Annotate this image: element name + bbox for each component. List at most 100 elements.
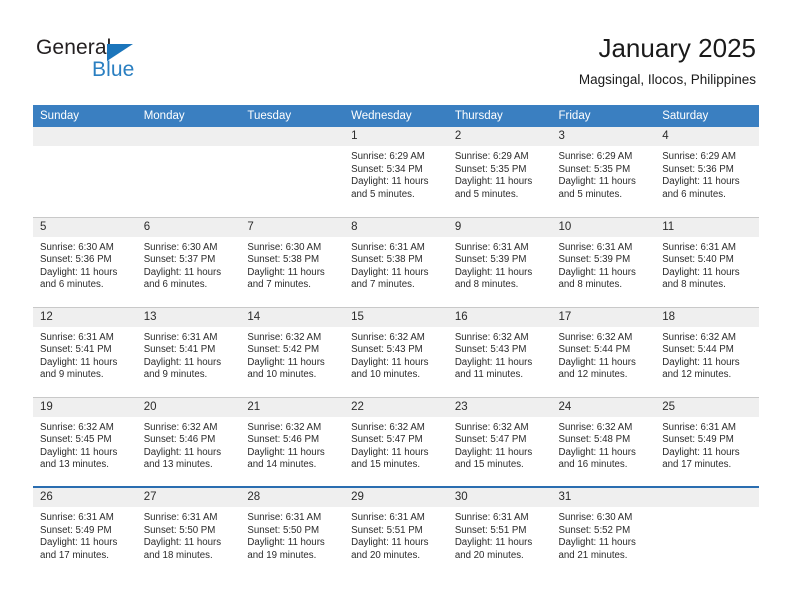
day-sunset-text: Sunset: 5:40 PM: [662, 254, 734, 266]
calendar-day-cell[interactable]: 30 Sunrise: 6:31 AM Sunset: 5:51 PM Dayligh…: [447, 486, 552, 577]
day-details: Sunrise: 6:31 AM Sunset: 5:38 PM Daylight:…: [344, 237, 448, 292]
day-details: Sunrise: 6:31 AM Sunset: 5:41 PM Daylight:…: [33, 327, 137, 382]
calendar-day-cell[interactable]: 19 Sunrise: 6:32 AM Sunset: 5:45 PM Dayligh…: [33, 396, 137, 487]
day-cell-inner: 11 Sunrise: 6:31 AM Sunset: 5:40 PM Dayligh…: [655, 217, 759, 307]
day-details: Sunrise: 6:31 AM Sunset: 5:39 PM Daylight:…: [448, 237, 552, 292]
day-daylight-line1-text: Daylight: 11 hours: [143, 356, 222, 368]
calendar-day-cell[interactable]: 18 Sunrise: 6:32 AM Sunset: 5:44 PM Dayligh…: [655, 306, 759, 397]
day-sunset-text: Sunset: 5:36 PM: [40, 254, 112, 266]
calendar-day-cell[interactable]: 26 Sunrise: 6:31 AM Sunset: 5:49 PM Dayligh…: [33, 486, 137, 577]
day-number: [655, 488, 759, 507]
calendar-grid: Sunday Monday Tuesday Wednesday Thursday…: [33, 105, 759, 577]
day-sunset-text: Sunset: 5:49 PM: [40, 524, 112, 536]
day-details: Sunrise: 6:31 AM Sunset: 5:50 PM Daylight:…: [137, 507, 241, 562]
day-sunrise-text: Sunrise: 6:29 AM: [454, 151, 529, 162]
day-details: Sunrise: 6:32 AM Sunset: 5:48 PM Daylight:…: [552, 417, 656, 472]
day-details: Sunrise: 6:32 AM Sunset: 5:43 PM Daylight:…: [448, 327, 552, 382]
weekday-header-monday: Monday: [136, 105, 241, 127]
calendar-day-cell[interactable]: 27 Sunrise: 6:31 AM Sunset: 5:50 PM Dayligh…: [136, 486, 241, 577]
day-sunrise-text: Sunrise: 6:31 AM: [558, 241, 633, 253]
day-sunset-text: Sunset: 5:48 PM: [558, 434, 631, 446]
day-sunset-text: Sunset: 5:44 PM: [662, 344, 734, 356]
day-daylight-line2-text: and 17 minutes.: [40, 549, 109, 561]
day-daylight-line1-text: Daylight: 11 hours: [662, 176, 740, 188]
calendar-day-cell[interactable]: 20 Sunrise: 6:32 AM Sunset: 5:46 PM Dayligh…: [136, 396, 241, 487]
day-daylight-line1-text: Daylight: 11 hours: [247, 537, 325, 549]
day-daylight-line2-text: and 7 minutes.: [351, 279, 415, 291]
day-daylight-line2-text: and 21 minutes.: [558, 549, 628, 561]
calendar-day-cell[interactable]: 21 Sunrise: 6:32 AM Sunset: 5:46 PM Dayligh…: [240, 396, 345, 487]
calendar-day-cell[interactable]: 22 Sunrise: 6:32 AM Sunset: 5:47 PM Dayligh…: [344, 396, 448, 487]
day-sunset-text: Sunset: 5:35 PM: [454, 163, 527, 175]
calendar-day-cell[interactable]: 28 Sunrise: 6:31 AM Sunset: 5:50 PM Dayligh…: [240, 486, 345, 577]
calendar-day-cell[interactable]: 29 Sunrise: 6:31 AM Sunset: 5:51 PM Dayligh…: [344, 486, 448, 577]
calendar-day-cell[interactable]: 14 Sunrise: 6:32 AM Sunset: 5:42 PM Dayligh…: [240, 306, 345, 397]
day-number: 15: [344, 307, 448, 327]
calendar-day-cell[interactable]: 9 Sunrise: 6:31 AM Sunset: 5:39 PM Daylight…: [447, 216, 552, 307]
day-daylight-line1-text: Daylight: 11 hours: [558, 537, 636, 549]
day-cell-inner: 23 Sunrise: 6:32 AM Sunset: 5:47 PM Dayligh…: [447, 397, 552, 487]
day-sunrise-text: Sunrise: 6:31 AM: [351, 241, 425, 253]
calendar-day-cell[interactable]: 7 Sunrise: 6:30 AM Sunset: 5:38 PM Daylight…: [240, 216, 345, 307]
day-number: 23: [447, 397, 552, 417]
calendar-day-cell[interactable]: 11 Sunrise: 6:31 AM Sunset: 5:40 PM Dayligh…: [655, 216, 759, 307]
day-number: 2: [447, 127, 552, 146]
day-sunset-text: Sunset: 5:43 PM: [454, 344, 527, 356]
calendar-week-row: 12 Sunrise: 6:31 AM Sunset: 5:41 PM Dayligh…: [33, 306, 759, 397]
day-daylight-line2-text: and 5 minutes.: [558, 188, 623, 200]
day-cell-inner: 12 Sunrise: 6:31 AM Sunset: 5:41 PM Dayligh…: [33, 307, 137, 397]
day-sunset-text: Sunset: 5:42 PM: [247, 344, 320, 356]
page-subtitle: Magsingal, Ilocos, Philippines: [578, 72, 756, 87]
calendar-day-cell[interactable]: 15 Sunrise: 6:32 AM Sunset: 5:43 PM Dayligh…: [344, 306, 448, 397]
calendar-day-cell[interactable]: 17 Sunrise: 6:32 AM Sunset: 5:44 PM Dayligh…: [551, 306, 656, 397]
calendar-day-cell[interactable]: 4 Sunrise: 6:29 AM Sunset: 5:36 PM Daylight…: [655, 127, 759, 217]
day-cell-inner: 21 Sunrise: 6:32 AM Sunset: 5:46 PM Dayligh…: [240, 397, 345, 487]
day-daylight-line1-text: Daylight: 11 hours: [662, 266, 740, 278]
day-sunrise-text: Sunrise: 6:30 AM: [558, 512, 633, 523]
day-number: 10: [551, 217, 656, 237]
calendar-day-cell[interactable]: 25 Sunrise: 6:31 AM Sunset: 5:49 PM Dayligh…: [655, 396, 759, 487]
day-daylight-line2-text: and 16 minutes.: [558, 459, 628, 471]
calendar-day-cell[interactable]: 2 Sunrise: 6:29 AM Sunset: 5:35 PM Daylight…: [447, 127, 552, 217]
day-daylight-line1-text: Daylight: 11 hours: [351, 356, 429, 368]
calendar-day-cell[interactable]: 24 Sunrise: 6:32 AM Sunset: 5:48 PM Dayligh…: [551, 396, 656, 487]
day-details: Sunrise: 6:32 AM Sunset: 5:46 PM Daylight:…: [240, 417, 344, 472]
day-cell-inner: [655, 488, 759, 577]
calendar-day-cell[interactable]: 10 Sunrise: 6:31 AM Sunset: 5:39 PM Dayligh…: [551, 216, 656, 307]
calendar-day-cell[interactable]: 12 Sunrise: 6:31 AM Sunset: 5:41 PM Dayligh…: [33, 306, 137, 397]
calendar-day-cell[interactable]: 16 Sunrise: 6:32 AM Sunset: 5:43 PM Dayligh…: [447, 306, 552, 397]
calendar-day-cell[interactable]: 8 Sunrise: 6:31 AM Sunset: 5:38 PM Daylight…: [344, 216, 448, 307]
day-daylight-line2-text: and 14 minutes.: [247, 459, 317, 471]
calendar-day-cell[interactable]: 31 Sunrise: 6:30 AM Sunset: 5:52 PM Dayligh…: [551, 486, 656, 577]
day-sunset-text: Sunset: 5:39 PM: [454, 254, 527, 266]
day-daylight-line2-text: and 6 minutes.: [40, 279, 104, 291]
day-number: 18: [655, 307, 759, 327]
calendar-day-cell[interactable]: 13 Sunrise: 6:31 AM Sunset: 5:41 PM Dayligh…: [136, 306, 241, 397]
day-details: Sunrise: 6:30 AM Sunset: 5:37 PM Daylight:…: [137, 237, 241, 292]
day-sunrise-text: Sunrise: 6:31 AM: [454, 512, 529, 523]
day-cell-inner: [136, 127, 241, 217]
day-sunrise-text: Sunrise: 6:31 AM: [40, 512, 114, 523]
generalblue-logo[interactable]: General Blue: [36, 36, 226, 88]
day-cell-inner: 29 Sunrise: 6:31 AM Sunset: 5:51 PM Dayligh…: [344, 488, 448, 577]
day-sunrise-text: Sunrise: 6:31 AM: [454, 241, 529, 253]
calendar-body: 1 Sunrise: 6:29 AM Sunset: 5:34 PM Daylight…: [33, 127, 759, 577]
calendar-day-cell[interactable]: 6 Sunrise: 6:30 AM Sunset: 5:37 PM Daylight…: [136, 216, 241, 307]
day-daylight-line1-text: Daylight: 11 hours: [247, 356, 325, 368]
weekday-header-friday: Friday: [551, 105, 656, 127]
day-cell-inner: 10 Sunrise: 6:31 AM Sunset: 5:39 PM Dayligh…: [551, 217, 656, 307]
calendar-day-cell[interactable]: 5 Sunrise: 6:30 AM Sunset: 5:36 PM Daylight…: [33, 216, 137, 307]
calendar-day-cell[interactable]: 3 Sunrise: 6:29 AM Sunset: 5:35 PM Daylight…: [551, 127, 656, 217]
day-number: 27: [136, 488, 241, 507]
day-cell-inner: 26 Sunrise: 6:31 AM Sunset: 5:49 PM Dayligh…: [33, 488, 137, 577]
calendar-week-row: 19 Sunrise: 6:32 AM Sunset: 5:45 PM Dayligh…: [33, 396, 759, 487]
logo-text-general: General: [36, 36, 112, 59]
day-daylight-line1-text: Daylight: 11 hours: [454, 266, 533, 278]
day-daylight-line2-text: and 20 minutes.: [351, 549, 421, 561]
calendar-day-cell[interactable]: 23 Sunrise: 6:32 AM Sunset: 5:47 PM Dayligh…: [447, 396, 552, 487]
day-daylight-line2-text: and 18 minutes.: [143, 549, 213, 561]
day-number: 21: [240, 397, 345, 417]
calendar-day-cell[interactable]: 1 Sunrise: 6:29 AM Sunset: 5:34 PM Daylight…: [344, 127, 448, 217]
calendar-day-cell-empty: [240, 127, 345, 217]
day-daylight-line1-text: Daylight: 11 hours: [143, 537, 222, 549]
